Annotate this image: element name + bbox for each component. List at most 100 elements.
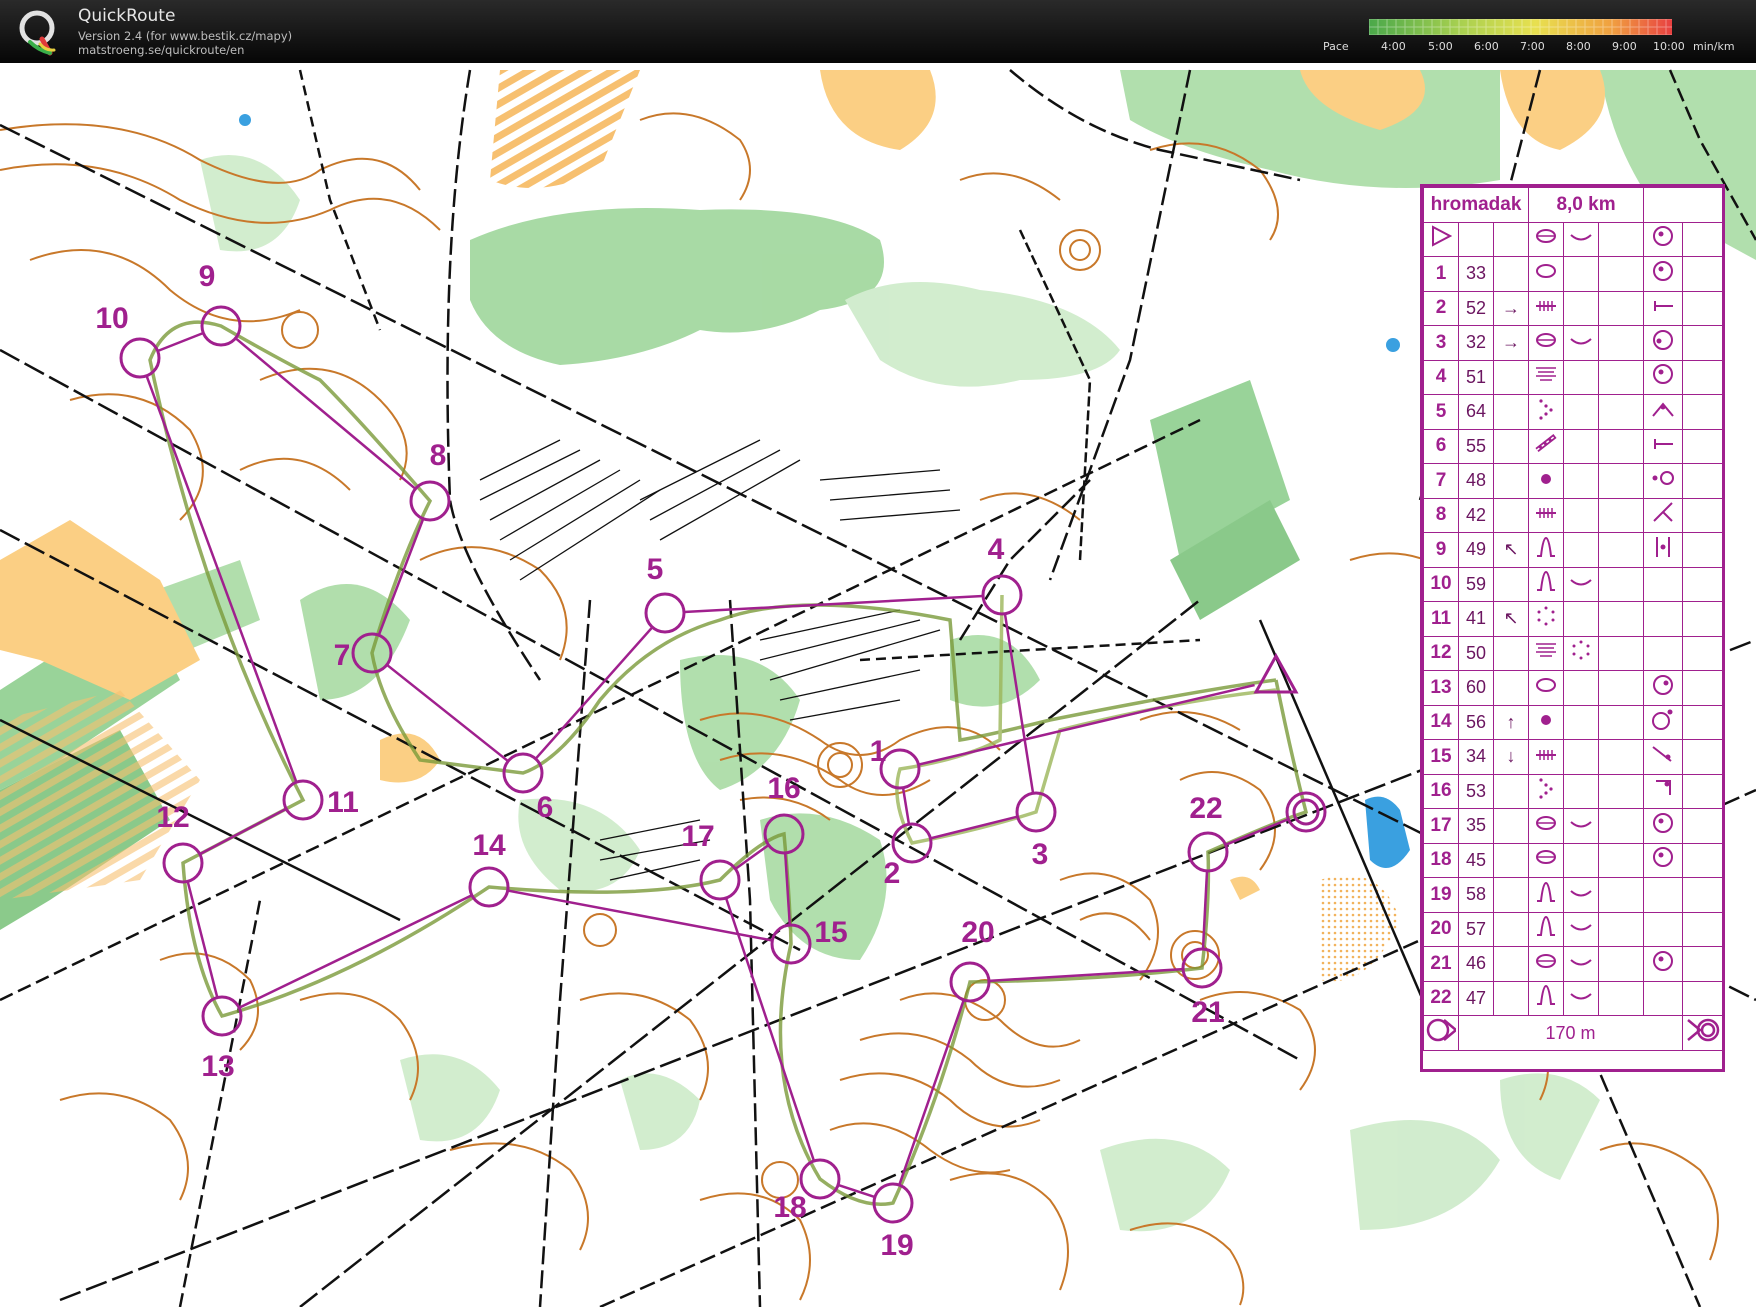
control-code: 32 bbox=[1458, 325, 1494, 361]
ridge-icon bbox=[1563, 980, 1600, 1016]
description-row: 20 57 bbox=[1423, 911, 1724, 947]
description-row: 11 41 ↖ bbox=[1423, 601, 1724, 637]
control-number: 5 bbox=[1423, 394, 1459, 430]
empty-cell bbox=[1563, 670, 1600, 706]
ridge-icon bbox=[1563, 566, 1600, 602]
empty-cell bbox=[1682, 842, 1724, 878]
direction-arrow bbox=[1492, 773, 1530, 809]
direction-arrow bbox=[1492, 428, 1530, 464]
empty-cell bbox=[1563, 428, 1600, 464]
control-code: 46 bbox=[1458, 946, 1494, 982]
direction-arrow bbox=[1492, 463, 1530, 499]
ditch-icon bbox=[1528, 290, 1565, 326]
title-bar: QuickRoute Version 2.4 (for www.bestik.c… bbox=[0, 0, 1756, 63]
control-code: 45 bbox=[1458, 842, 1494, 878]
control-code: 49 bbox=[1458, 532, 1494, 568]
re-entrant-icon bbox=[1528, 773, 1565, 809]
hill-icon bbox=[1528, 980, 1565, 1016]
description-row: 17 35 bbox=[1423, 808, 1724, 844]
empty-cell bbox=[1563, 463, 1600, 499]
control-code: 48 bbox=[1458, 463, 1494, 499]
control-code: 56 bbox=[1458, 704, 1494, 740]
control-number-label: 17 bbox=[681, 820, 714, 853]
empty-cell bbox=[1682, 566, 1724, 602]
empty-cell bbox=[1598, 635, 1645, 671]
empty-cell bbox=[1682, 704, 1724, 740]
empty-cell bbox=[1598, 808, 1645, 844]
empty-cell bbox=[1598, 739, 1645, 775]
description-row: 5 64 bbox=[1423, 394, 1724, 430]
between-location-icon bbox=[1643, 532, 1684, 568]
empty-cell bbox=[1682, 463, 1724, 499]
empty-cell bbox=[1682, 946, 1724, 982]
hill-icon bbox=[1528, 911, 1565, 947]
empty-cell bbox=[1682, 325, 1724, 361]
empty-cell bbox=[1598, 946, 1645, 982]
hill-icon bbox=[1528, 566, 1565, 602]
control-number: 15 bbox=[1423, 739, 1459, 775]
control-number: 19 bbox=[1423, 877, 1459, 913]
empty-cell bbox=[1563, 256, 1600, 292]
ditch-icon bbox=[1528, 739, 1565, 775]
direction-arrow bbox=[1492, 911, 1530, 947]
control-number: 6 bbox=[1423, 428, 1459, 464]
app-website: matstroeng.se/quickroute/en bbox=[78, 43, 245, 57]
end-location-icon bbox=[1643, 290, 1684, 326]
pace-tick: 5:00 bbox=[1428, 40, 1453, 53]
hill-icon bbox=[1528, 532, 1565, 568]
description-row: 9 49 ↖ bbox=[1423, 532, 1724, 568]
control-number: 7 bbox=[1423, 463, 1459, 499]
control-number-label: 2 bbox=[884, 857, 901, 890]
empty-cell bbox=[1598, 290, 1645, 326]
circle-right-location-icon bbox=[1643, 670, 1684, 706]
control-number: 2 bbox=[1423, 290, 1459, 326]
rootstock-icon bbox=[1536, 229, 1557, 244]
empty-cell bbox=[1563, 704, 1600, 740]
control-code: 33 bbox=[1458, 256, 1494, 292]
side-location-icon bbox=[1643, 463, 1684, 499]
control-code: 42 bbox=[1458, 497, 1494, 533]
empty-cell bbox=[1563, 739, 1600, 775]
empty-cell bbox=[1682, 877, 1724, 913]
empty-cell bbox=[1598, 256, 1645, 292]
empty-cell bbox=[1682, 980, 1724, 1016]
knoll-icon bbox=[1528, 670, 1565, 706]
rootstock-icon bbox=[1528, 842, 1565, 878]
control-code: 58 bbox=[1458, 877, 1494, 913]
pace-legend-label: Pace bbox=[1323, 40, 1349, 53]
direction-arrow bbox=[1492, 256, 1530, 292]
control-number-label: 20 bbox=[961, 916, 994, 949]
control-number: 10 bbox=[1423, 566, 1459, 602]
empty-cell bbox=[1682, 290, 1724, 326]
empty-cell bbox=[1598, 532, 1645, 568]
empty-cell bbox=[1682, 670, 1724, 706]
event-name: hromadak bbox=[1422, 187, 1530, 223]
control-description-sheet: hromadak 8,0 km 1 33 2 52 → 3 32 → 4 51 5 64 6 55 7 48 8… bbox=[1420, 184, 1725, 1072]
description-row: 18 45 bbox=[1423, 842, 1724, 878]
direction-arrow bbox=[1492, 842, 1530, 878]
direction-arrow: → bbox=[1492, 290, 1530, 326]
finish-distance: 170 m bbox=[1457, 1015, 1684, 1051]
description-row: 16 53 bbox=[1423, 773, 1724, 809]
control-code: 53 bbox=[1458, 773, 1494, 809]
re-entrant-icon bbox=[1528, 394, 1565, 430]
description-row: 22 47 bbox=[1423, 980, 1724, 1016]
rootstock-icon bbox=[1528, 808, 1565, 844]
empty-cell bbox=[1643, 980, 1684, 1016]
control-code: 55 bbox=[1458, 428, 1494, 464]
description-row: 12 50 bbox=[1423, 635, 1724, 671]
pace-tick: 7:00 bbox=[1520, 40, 1545, 53]
control-number: 4 bbox=[1423, 359, 1459, 395]
empty-cell bbox=[1598, 877, 1645, 913]
control-number-label: 15 bbox=[814, 916, 847, 949]
empty-cell bbox=[1682, 359, 1724, 395]
empty-cell bbox=[1598, 842, 1645, 878]
description-row: 8 42 bbox=[1423, 497, 1724, 533]
control-code: 60 bbox=[1458, 670, 1494, 706]
control-code: 50 bbox=[1458, 635, 1494, 671]
empty-cell bbox=[1598, 428, 1645, 464]
empty-cell bbox=[1598, 670, 1645, 706]
direction-arrow bbox=[1492, 877, 1530, 913]
empty-cell bbox=[1598, 773, 1645, 809]
control-number: 22 bbox=[1423, 980, 1459, 1016]
